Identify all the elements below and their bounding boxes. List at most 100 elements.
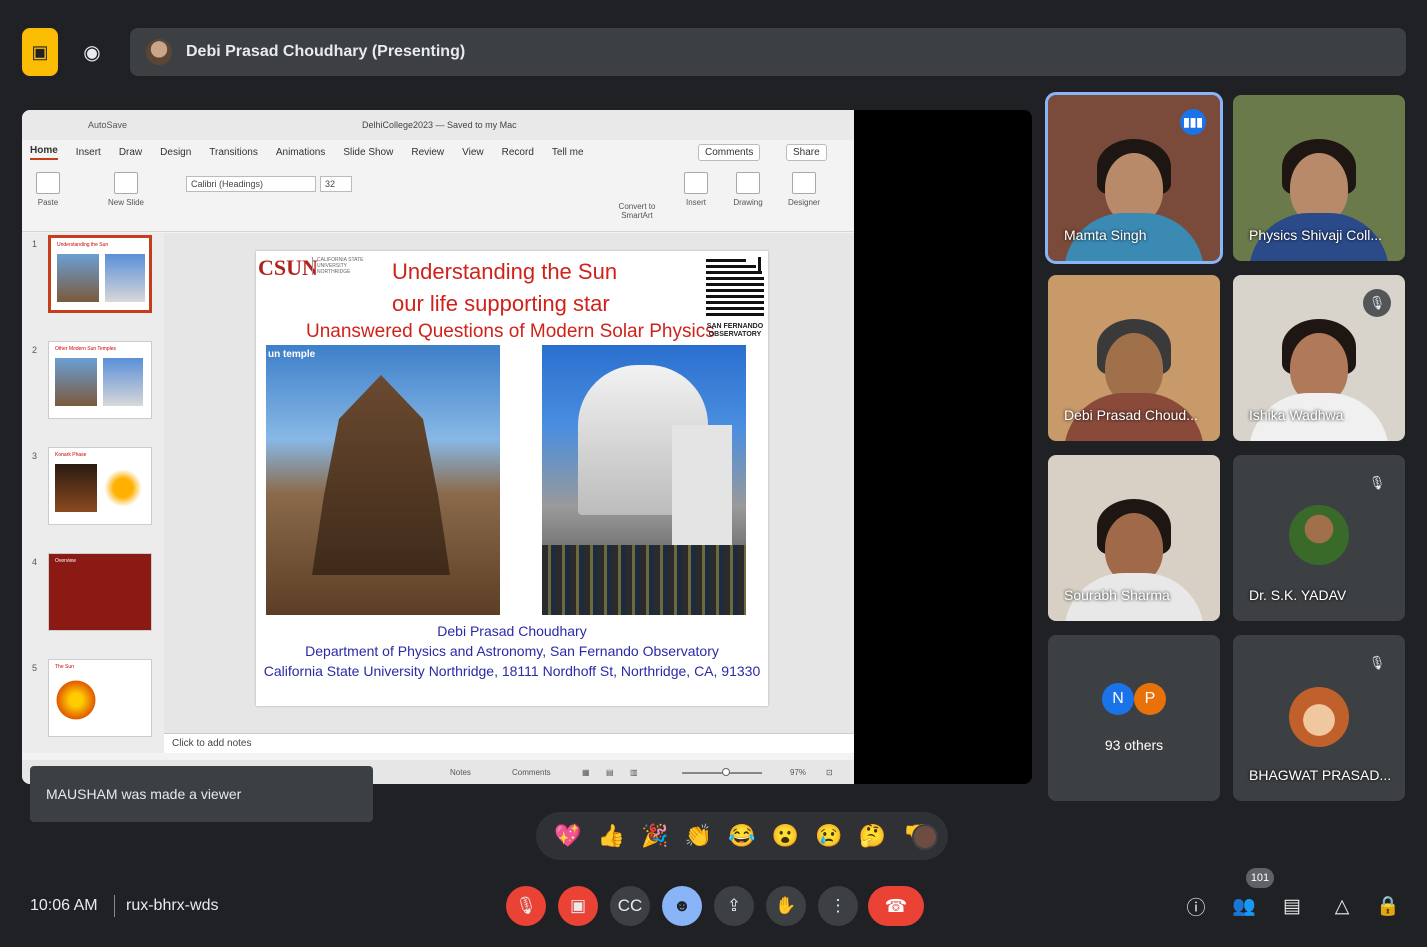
comments-button[interactable]: Comments [698,144,761,161]
slide-thumbnail-3[interactable]: Konark Phase [48,447,152,525]
drawing-label: Drawing [733,198,763,207]
slide-thumbnail-2[interactable]: Other Modern Sun Temples [48,341,152,419]
menu-draw[interactable]: Draw [119,147,142,158]
thumb-image [103,358,143,406]
reaction-thumbs-up[interactable]: 👍 [598,823,625,849]
font-size-select[interactable]: 32 [320,176,352,192]
skin-tone-selector[interactable] [912,824,938,850]
participant-tile[interactable]: Sourabh Sharma [1048,455,1220,621]
participant-tile[interactable]: 🎙 Dr. S.K. YADAV [1233,455,1405,621]
menu-view[interactable]: View [462,147,484,158]
menu-review[interactable]: Review [411,147,444,158]
activities-icon[interactable]: △ [1328,892,1356,920]
current-slide[interactable]: CSUN CALIFORNIA STATE UNIVERSITY NORTHRI… [256,251,768,706]
zoom-slider-handle[interactable] [722,768,730,776]
convert-smartart-button[interactable]: Convert to SmartArt [612,202,662,220]
people-icon[interactable]: 👥 [1230,892,1258,920]
thumb-number: 5 [32,663,38,673]
meeting-info-icon[interactable]: ⓘ [1182,892,1210,920]
paste-icon [36,172,60,194]
menu-record[interactable]: Record [502,147,534,158]
menu-insert[interactable]: Insert [76,147,101,158]
reaction-clap[interactable]: 👏 [685,823,712,849]
normal-view-icon[interactable]: ▦ [582,768,590,777]
participant-tile[interactable]: Debi Prasad Choud... [1048,275,1220,441]
reaction-surprised[interactable]: 😮 [772,823,799,849]
mic-off-icon: 🎙 [1363,289,1391,317]
notes-toggle[interactable]: Notes [450,768,471,777]
reactions-icon[interactable]: ☻ [662,886,702,926]
others-tile[interactable]: N P 93 others [1048,635,1220,801]
autosave-label[interactable]: AutoSave [88,120,127,130]
powerpoint-window: AutoSave DelhiCollege2023 — Saved to my … [22,110,854,784]
author-name: Debi Prasad Choudhary [437,623,587,639]
document-title: DelhiCollege2023 — Saved to my Mac [362,120,517,130]
presentation-stage: AutoSave DelhiCollege2023 — Saved to my … [22,110,1032,784]
reaction-thinking[interactable]: 🤔 [859,823,886,849]
camera-off-icon[interactable]: ▣ [558,886,598,926]
more-options-icon[interactable]: ⋮ [818,886,858,926]
fit-slide-icon[interactable]: ⊡ [826,768,833,777]
menu-design[interactable]: Design [160,147,191,158]
toast-message: MAUSHAM was made a viewer [46,786,242,802]
drawing-button[interactable]: Drawing [728,172,768,207]
participant-name: Sourabh Sharma [1064,587,1170,603]
insert-button[interactable]: Insert [678,172,714,207]
presenter-bar: Debi Prasad Choudhary (Presenting) [130,28,1406,76]
reading-view-icon[interactable]: ▥ [630,768,638,777]
sun-temple-image: un temple [266,345,500,615]
present-screen-icon[interactable]: ⇪ [714,886,754,926]
reaction-heart[interactable]: 💖 [554,823,581,849]
participant-tile[interactable]: Physics Shivaji Coll... [1233,95,1405,261]
slide-thumbnail-4[interactable]: Overview [48,553,152,631]
comments-toggle[interactable]: Comments [512,768,551,777]
zoom-level[interactable]: 97% [790,768,806,777]
thumb-number: 3 [32,451,38,461]
end-call-button[interactable]: ☎ [868,886,924,926]
author-department: Department of Physics and Astronomy, San… [305,643,719,659]
observatory-tower [672,425,732,545]
captions-icon[interactable]: CC [610,886,650,926]
font-select[interactable]: Calibri (Headings) [186,176,316,192]
meeting-time: 10:06 AM [30,897,98,914]
participant-tile[interactable]: 🎙 Ishika Wadhwa [1233,275,1405,441]
notes-field[interactable]: Click to add notes [164,733,854,753]
menu-animations[interactable]: Animations [276,147,325,158]
menu-slide-show[interactable]: Slide Show [343,147,393,158]
thumb-image [55,464,97,512]
sfo-logo-label: SAN FERNANDO OBSERVATORY [706,323,764,338]
menu-tell-me[interactable]: Tell me [552,147,584,158]
author-university: California State University Northridge, … [263,663,761,679]
drawing-icon [736,172,760,194]
chat-icon[interactable]: ▤ [1278,892,1306,920]
reaction-sad[interactable]: 😢 [815,823,842,849]
share-button-label: Share [793,147,820,158]
paste-button[interactable]: Paste [30,172,66,207]
designer-button[interactable]: Designer [782,172,826,207]
menu-transitions[interactable]: Transitions [209,147,258,158]
sorter-view-icon[interactable]: ▤ [606,768,614,777]
participant-tile[interactable]: ▮▮▮ Mamta Singh [1045,92,1223,264]
speaking-indicator-icon: ▮▮▮ [1180,109,1206,135]
slide-thumbnail-panel: 1 Understanding the Sun 2 Other Modern S… [22,233,164,753]
presentation-icon[interactable]: ▣ [22,28,58,76]
slide-thumbnail-1[interactable]: Understanding the Sun [48,235,152,313]
participant-tile[interactable]: 🎙 BHAGWAT PRASAD... [1233,635,1405,801]
reaction-party[interactable]: 🎉 [641,823,668,849]
mic-off-icon[interactable]: 🎙 [506,886,546,926]
presenter-label: Debi Prasad Choudhary (Presenting) [186,43,466,60]
slide-thumbnail-5[interactable]: The Sun [48,659,152,737]
raise-hand-icon[interactable]: ✋ [766,886,806,926]
eye-icon[interactable]: ◉ [74,28,110,76]
reaction-laugh[interactable]: 😂 [728,823,755,849]
menu-home[interactable]: Home [30,145,58,160]
thumb-number: 1 [32,239,38,249]
participant-name: Debi Prasad Choud... [1064,407,1198,423]
share-button[interactable]: Share [786,144,827,161]
participant-name: Ishika Wadhwa [1249,407,1344,423]
observatory-crowd [542,545,746,615]
new-slide-button[interactable]: New Slide [106,172,146,207]
participant-avatar [1289,687,1349,747]
thumb-number: 4 [32,557,38,567]
host-controls-icon[interactable]: 🔒 [1374,892,1402,920]
